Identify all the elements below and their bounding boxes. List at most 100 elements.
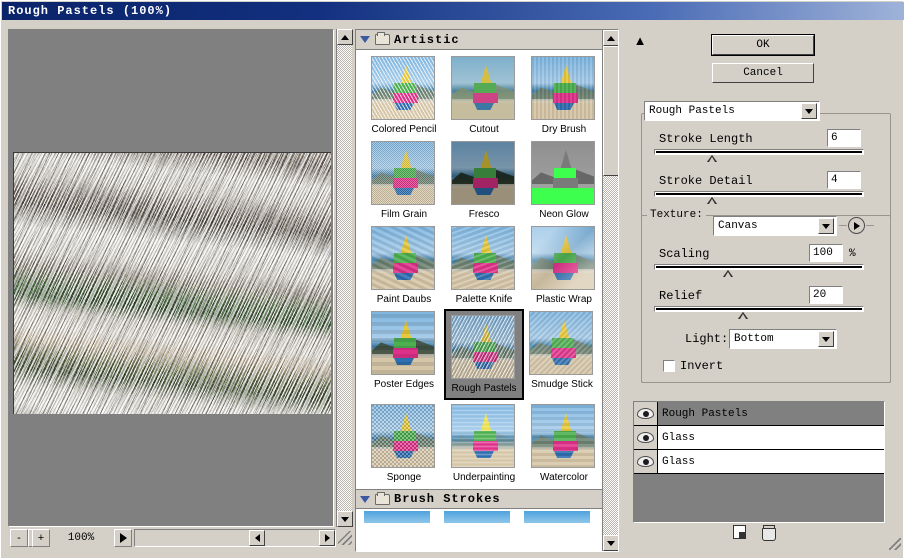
filter-thumbnail	[531, 56, 595, 120]
preview-image[interactable]	[13, 152, 331, 414]
slider-handle[interactable]	[706, 197, 717, 204]
new-effect-layer-icon[interactable]	[733, 525, 746, 539]
filter-item-dry-brush[interactable]: Dry Brush	[524, 56, 604, 135]
chevron-down-icon[interactable]	[360, 495, 370, 503]
filter-preset-dropdown[interactable]: Rough Pastels	[644, 101, 820, 121]
relief-slider[interactable]	[654, 306, 864, 319]
slider-track[interactable]	[654, 191, 864, 197]
filter-label: Plastic Wrap	[536, 294, 592, 305]
filter-item-underpainting[interactable]: Underpainting	[444, 404, 524, 483]
filter-thumbnail-partial[interactable]	[444, 511, 510, 523]
filter-item-watercolor[interactable]: Watercolor	[524, 404, 604, 483]
filter-item-rough-pastels[interactable]: Rough Pastels	[444, 309, 524, 400]
filter-stack-row[interactable]: Rough Pastels	[634, 402, 884, 426]
texture-dropdown[interactable]: Canvas	[713, 216, 837, 236]
filter-label: Paint Daubs	[376, 294, 432, 305]
filter-stack-row[interactable]: Glass	[634, 450, 884, 474]
filter-label: Dry Brush	[541, 124, 587, 135]
scaling-slider[interactable]	[654, 264, 864, 277]
invert-checkbox-row[interactable]: Invert	[663, 359, 723, 373]
filter-item-neon-glow[interactable]: Neon Glow	[524, 141, 604, 220]
filter-item-smudge-stick[interactable]: Smudge Stick	[522, 311, 602, 398]
window-resize-grip[interactable]	[889, 538, 901, 550]
slider-handle[interactable]	[738, 312, 748, 319]
preview-grain-texture	[14, 153, 331, 414]
relief-input[interactable]: 20	[809, 286, 843, 304]
preview-vertical-scrollbar[interactable]	[336, 29, 353, 527]
collapse-panel-chevron-icon[interactable]: ▲​	[633, 34, 647, 49]
folder-icon	[375, 32, 390, 45]
slider-handle[interactable]	[723, 270, 734, 277]
slider-track[interactable]	[654, 264, 864, 270]
filter-thumbnail-partial[interactable]	[524, 511, 590, 523]
texture-options-button[interactable]	[848, 217, 865, 234]
filter-item-poster-edges[interactable]: Poster Edges	[364, 311, 444, 398]
chevron-down-icon[interactable]	[818, 218, 834, 234]
texture-value: Canvas	[718, 220, 758, 232]
stroke-detail-input[interactable]: 4	[827, 171, 861, 189]
stroke-length-input[interactable]: 6	[827, 129, 861, 147]
preview-horizontal-scrollbar[interactable]	[134, 529, 463, 548]
stroke-length-slider[interactable]	[654, 149, 864, 162]
preview-play-button[interactable]	[114, 529, 132, 547]
light-dropdown[interactable]: Bottom	[729, 329, 837, 349]
category-header-brush-strokes[interactable]: Brush Strokes	[356, 489, 618, 509]
slider-handle[interactable]	[706, 155, 717, 162]
invert-checkbox[interactable]	[663, 360, 675, 372]
preview-toolbar: - - + 100%	[8, 529, 463, 549]
zoom-in-button[interactable]: +	[32, 529, 50, 547]
chevron-down-icon[interactable]	[360, 36, 370, 43]
gallery-vertical-scrollbar[interactable]	[602, 30, 618, 551]
slider-track[interactable]	[654, 306, 864, 312]
cancel-button[interactable]: Cancel	[712, 63, 814, 83]
visibility-toggle[interactable]	[634, 450, 658, 473]
light-label: Light:	[685, 332, 729, 346]
texture-label: Texture:	[647, 209, 706, 221]
chevron-down-icon[interactable]	[818, 331, 834, 347]
filter-thumbnail	[451, 404, 515, 468]
filter-thumbnail	[371, 404, 435, 468]
stroke-detail-slider[interactable]	[654, 191, 864, 204]
filter-label: Watercolor	[540, 472, 588, 483]
trash-icon[interactable]	[762, 525, 776, 541]
gallery-scroll-up-arrow-icon[interactable]	[603, 30, 618, 46]
filter-thumbnail-partial[interactable]	[364, 511, 430, 523]
gallery-scroll-down-arrow-icon[interactable]	[603, 535, 618, 551]
eye-icon	[637, 432, 654, 443]
applied-filter-stack: Rough Pastels Glass Glass	[629, 401, 903, 552]
filter-stack-list: Rough Pastels Glass Glass	[633, 401, 885, 523]
preview-canvas[interactable]	[8, 29, 334, 527]
filter-item-sponge[interactable]: Sponge	[364, 404, 444, 483]
filter-thumbnail	[451, 315, 515, 379]
filter-item-colored-pencil[interactable]: Colored Pencil	[364, 56, 444, 135]
brush-strokes-thumbnail-strip	[356, 509, 618, 523]
filter-preset-value: Rough Pastels	[649, 105, 735, 117]
ok-button[interactable]: OK	[711, 34, 815, 56]
scroll-down-arrow-icon[interactable]	[337, 511, 353, 527]
scroll-right-arrow-icon[interactable]	[319, 530, 335, 546]
slider-track[interactable]	[654, 149, 864, 155]
chevron-down-icon[interactable]	[801, 103, 817, 119]
zoom-level-label[interactable]: 100%	[50, 529, 112, 547]
category-header-artistic[interactable]: Artistic	[356, 30, 618, 50]
filter-item-paint-daubs[interactable]: Paint Daubs	[364, 226, 444, 305]
visibility-toggle[interactable]	[634, 402, 658, 425]
filter-item-film-grain[interactable]: Film Grain	[364, 141, 444, 220]
filter-thumbnail	[371, 141, 435, 205]
scroll-left-arrow-icon[interactable]	[249, 530, 265, 546]
gallery-scroll-thumb[interactable]	[603, 46, 618, 176]
filter-item-palette-knife[interactable]: Palette Knife	[444, 226, 524, 305]
scaling-label: Scaling	[659, 247, 710, 261]
visibility-toggle[interactable]	[634, 426, 658, 449]
scaling-input[interactable]: 100	[809, 244, 843, 262]
filter-item-fresco[interactable]: Fresco	[444, 141, 524, 220]
play-icon	[119, 533, 127, 543]
resize-grip[interactable]	[338, 531, 352, 545]
stroke-detail-label: Stroke Detail	[659, 174, 753, 188]
filter-label: Cutout	[469, 124, 499, 135]
scroll-up-arrow-icon[interactable]	[337, 29, 353, 45]
filter-item-cutout[interactable]: Cutout	[444, 56, 524, 135]
filter-stack-row[interactable]: Glass	[634, 426, 884, 450]
filter-item-plastic-wrap[interactable]: Plastic Wrap	[524, 226, 604, 305]
zoom-out-button-alt[interactable]: -	[10, 529, 28, 547]
